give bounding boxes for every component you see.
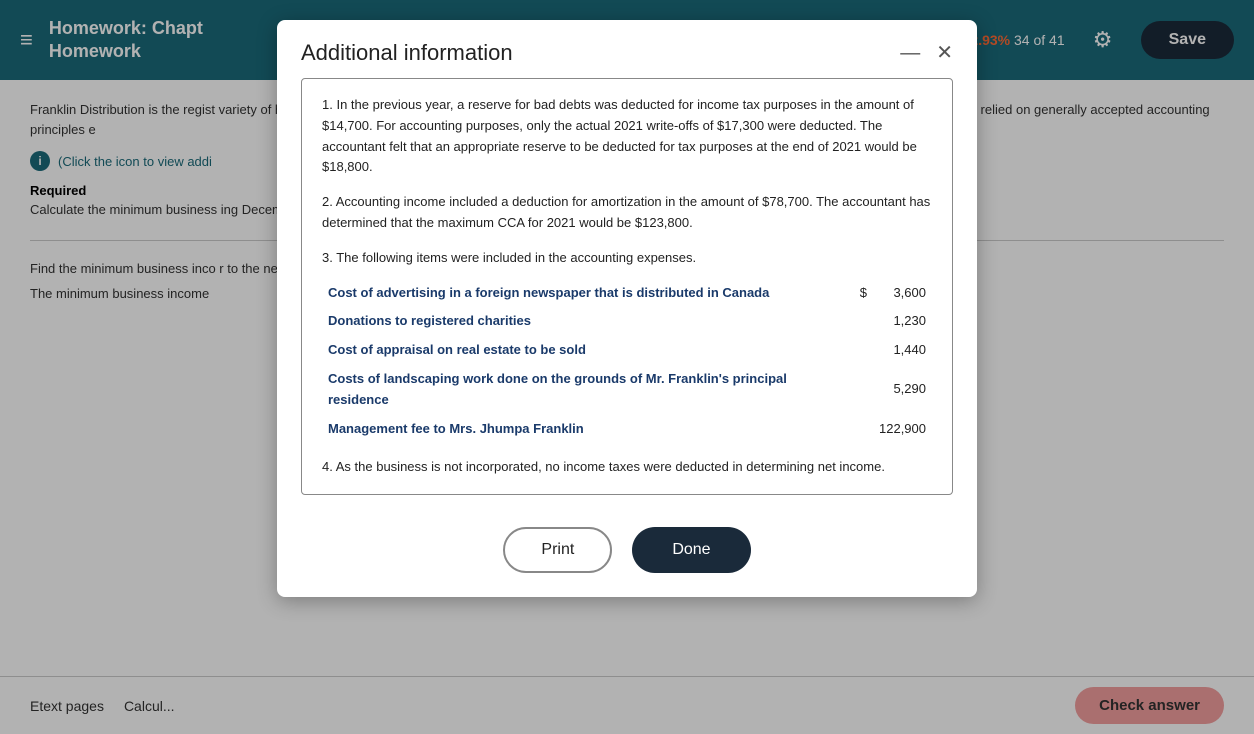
modal-minimize-button[interactable]: —	[900, 43, 920, 63]
info-item-3: 3. The following items were included in …	[322, 248, 932, 444]
additional-info-modal: Additional information — ✕ 1. In the pre…	[277, 20, 977, 597]
expense-amount-2: 1,230	[873, 307, 932, 336]
info-item-2: 2. Accounting income included a deductio…	[322, 192, 932, 234]
expense-dollar-2	[843, 307, 873, 336]
expense-label-3: Cost of appraisal on real estate to be s…	[322, 336, 843, 365]
expense-dollar-5	[843, 415, 873, 444]
expense-dollar-4	[843, 365, 873, 415]
expense-table: Cost of advertising in a foreign newspap…	[322, 279, 932, 444]
modal-footer: Print Done	[277, 511, 977, 597]
expense-dollar-3	[843, 336, 873, 365]
item-3-text: The following items were included in the…	[336, 250, 696, 265]
item-1-text: In the previous year, a reserve for bad …	[322, 97, 917, 174]
print-button[interactable]: Print	[503, 527, 612, 573]
expense-amount-4: 5,290	[873, 365, 932, 415]
modal-header: Additional information — ✕	[277, 20, 977, 78]
expense-dollar-1: $	[843, 279, 873, 308]
item-2-text: Accounting income included a deduction f…	[322, 194, 930, 230]
modal-overlay: Additional information — ✕ 1. In the pre…	[0, 0, 1254, 734]
table-row: Donations to registered charities 1,230	[322, 307, 932, 336]
expense-amount-3: 1,440	[873, 336, 932, 365]
item-4-number: 4.	[322, 459, 333, 474]
table-row: Costs of landscaping work done on the gr…	[322, 365, 932, 415]
expense-label-4: Costs of landscaping work done on the gr…	[322, 365, 843, 415]
table-row: Management fee to Mrs. Jhumpa Franklin 1…	[322, 415, 932, 444]
done-button[interactable]: Done	[632, 527, 750, 573]
expense-label-5: Management fee to Mrs. Jhumpa Franklin	[322, 415, 843, 444]
item-1-number: 1.	[322, 97, 333, 112]
modal-title: Additional information	[301, 40, 513, 66]
modal-header-controls: — ✕	[900, 43, 953, 63]
item-4-text: As the business is not incorporated, no …	[336, 459, 885, 474]
expense-label-1: Cost of advertising in a foreign newspap…	[322, 279, 843, 308]
modal-close-button[interactable]: ✕	[936, 43, 953, 63]
modal-body: 1. In the previous year, a reserve for b…	[277, 78, 977, 511]
expense-label-2: Donations to registered charities	[322, 307, 843, 336]
info-item-1: 1. In the previous year, a reserve for b…	[322, 95, 932, 178]
table-row: Cost of advertising in a foreign newspap…	[322, 279, 932, 308]
item-2-number: 2.	[322, 194, 333, 209]
table-row: Cost of appraisal on real estate to be s…	[322, 336, 932, 365]
item-3-number: 3.	[322, 250, 333, 265]
info-bordered-box: 1. In the previous year, a reserve for b…	[301, 78, 953, 495]
info-item-4: 4. As the business is not incorporated, …	[322, 457, 932, 478]
expense-amount-1: 3,600	[873, 279, 932, 308]
expense-amount-5: 122,900	[873, 415, 932, 444]
